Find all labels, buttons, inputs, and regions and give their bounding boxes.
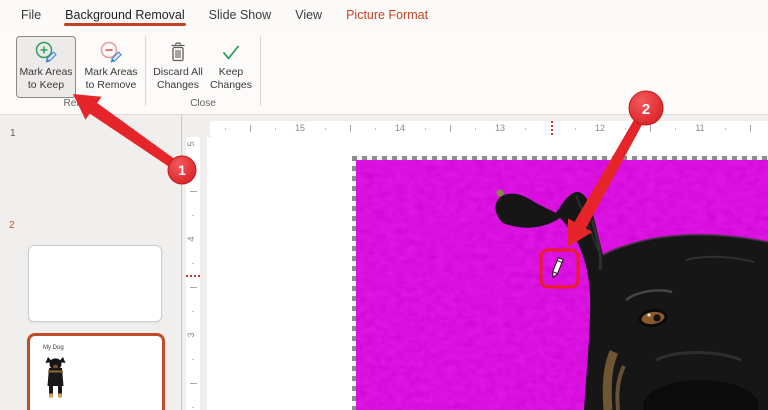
trash-icon [171, 42, 185, 62]
horizontal-ruler: 15 14 13 12 11 [210, 121, 768, 137]
circle-plus-pencil-icon [35, 41, 57, 63]
cursor-position-marker-horizontal [551, 121, 553, 137]
ruler-tick [750, 125, 751, 132]
button-label-line: to Remove [85, 78, 137, 91]
app-window: File Background Removal Slide Show View … [0, 0, 768, 410]
mark-areas-to-keep-button[interactable]: Mark Areas to Keep [16, 36, 76, 98]
ribbon: Mark Areas to Keep Mark Areas to Remove [0, 30, 768, 115]
ruler-tick [675, 128, 676, 130]
tab-picture-format[interactable]: Picture Format [345, 0, 429, 30]
slide-number: 1 [10, 128, 16, 139]
ruler-number: 14 [394, 123, 405, 133]
ruler-tick [192, 167, 194, 168]
dog-photo-with-magenta-overlay [356, 160, 768, 410]
keep-changes-button[interactable]: Keep Changes [208, 36, 254, 98]
menu-bar: File Background Removal Slide Show View … [0, 0, 768, 30]
discard-all-changes-button[interactable]: Discard All Changes [150, 36, 206, 98]
ruler-number: 13 [494, 123, 505, 133]
ruler-tick [375, 128, 376, 130]
ruler-tick [625, 128, 626, 130]
ruler-tick [450, 125, 451, 132]
ribbon-group-label-refine: Refine [63, 98, 93, 109]
tab-background-removal[interactable]: Background Removal [64, 0, 186, 30]
cursor-position-marker-vertical [186, 275, 200, 277]
ruler-number: 15 [294, 123, 305, 133]
ruler-number: 5 [186, 141, 196, 147]
ribbon-group-label-close: Close [190, 98, 216, 109]
button-label-line: Mark Areas [84, 66, 138, 78]
button-label-line: Keep [218, 66, 244, 78]
active-tab-underline [64, 23, 186, 26]
slide-thumbnail-1[interactable] [28, 245, 162, 322]
ribbon-group-separator [260, 36, 261, 106]
ruler-tick [250, 125, 251, 132]
panel-divider [181, 115, 182, 410]
ruler-tick [192, 407, 194, 408]
ruler-tick [575, 128, 576, 130]
slide-number: 2 [9, 220, 15, 231]
slide-thumbnail-2[interactable]: My Dog [27, 333, 165, 410]
ruler-tick [525, 128, 526, 130]
ruler-tick [192, 311, 194, 312]
dog-thumbnail-image [45, 357, 66, 398]
ruler-number: 3 [186, 332, 196, 338]
ruler-tick [425, 128, 426, 130]
ruler-number: 11 [695, 123, 705, 133]
ruler-tick [190, 191, 197, 192]
tab-background-removal-label: Background Removal [65, 8, 185, 22]
ruler-tick [190, 287, 197, 288]
button-label-line: Discard All [153, 66, 203, 78]
ruler-tick [192, 263, 194, 264]
ruler-tick [475, 128, 476, 130]
button-label-line: Mark Areas [19, 66, 73, 78]
ruler-tick [190, 383, 197, 384]
ruler-tick [225, 128, 226, 130]
button-label-line: Changes [209, 78, 253, 91]
ruler-tick [725, 128, 726, 130]
ruler-tick [275, 128, 276, 130]
check-icon [223, 45, 239, 60]
ruler-tick [650, 125, 651, 132]
background-removal-picture[interactable] [356, 160, 768, 410]
mark-areas-to-remove-button[interactable]: Mark Areas to Remove [80, 36, 142, 98]
slide-title-text: My Dog [43, 345, 64, 351]
tab-slide-show[interactable]: Slide Show [208, 0, 273, 30]
ruler-number: 4 [186, 236, 196, 242]
circle-minus-pencil-icon [100, 41, 122, 63]
button-label-line: to Keep [27, 78, 65, 91]
ruler-tick [192, 215, 194, 216]
tab-view[interactable]: View [294, 0, 323, 30]
menu-file[interactable]: File [20, 0, 42, 30]
button-label-line: Changes [156, 78, 200, 91]
vertical-ruler: 5 4 3 [186, 137, 200, 410]
slide-thumbnail-panel: 1 2 My Dog [0, 115, 181, 410]
ruler-tick [325, 128, 326, 130]
ruler-tick [350, 125, 351, 132]
ribbon-group-separator [145, 36, 146, 106]
ruler-tick [192, 359, 194, 360]
ruler-number: 12 [594, 123, 605, 133]
